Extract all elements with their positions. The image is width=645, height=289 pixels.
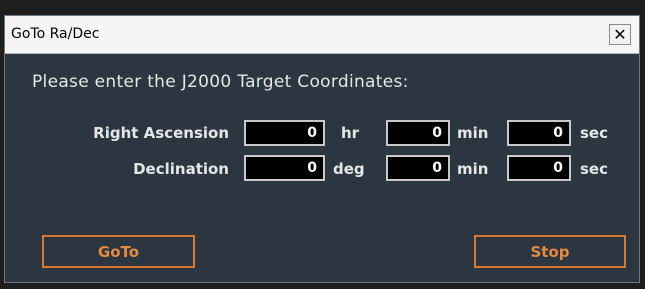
ra-seconds-unit: sec xyxy=(580,124,608,142)
ra-hours-unit: hr xyxy=(341,124,360,142)
close-button[interactable]: ✕ xyxy=(609,24,631,45)
dec-minutes-unit: min xyxy=(457,160,489,178)
declination-label: Declination xyxy=(133,160,229,178)
ra-minutes-unit: min xyxy=(457,124,489,142)
goto-radec-dialog: GoTo Ra/Dec ✕ Please enter the J2000 Tar… xyxy=(4,15,640,283)
close-icon: ✕ xyxy=(613,25,627,44)
dec-degrees-unit: deg xyxy=(333,160,365,178)
ra-hours-input[interactable] xyxy=(244,120,325,146)
dec-degrees-input[interactable] xyxy=(244,155,325,181)
dec-seconds-input[interactable] xyxy=(507,155,571,181)
title-bar[interactable]: GoTo Ra/Dec ✕ xyxy=(5,16,639,54)
goto-button[interactable]: GoTo xyxy=(42,235,195,268)
stop-button[interactable]: Stop xyxy=(474,235,626,268)
dec-minutes-input[interactable] xyxy=(386,155,450,181)
right-ascension-label: Right Ascension xyxy=(93,124,229,142)
instruction-text: Please enter the J2000 Target Coordinate… xyxy=(32,72,409,92)
stop-button-label: Stop xyxy=(530,242,570,261)
window-title: GoTo Ra/Dec xyxy=(11,26,100,42)
goto-button-label: GoTo xyxy=(97,242,140,261)
ra-minutes-input[interactable] xyxy=(386,120,450,146)
ra-seconds-input[interactable] xyxy=(507,120,571,146)
dec-seconds-unit: sec xyxy=(580,160,608,178)
